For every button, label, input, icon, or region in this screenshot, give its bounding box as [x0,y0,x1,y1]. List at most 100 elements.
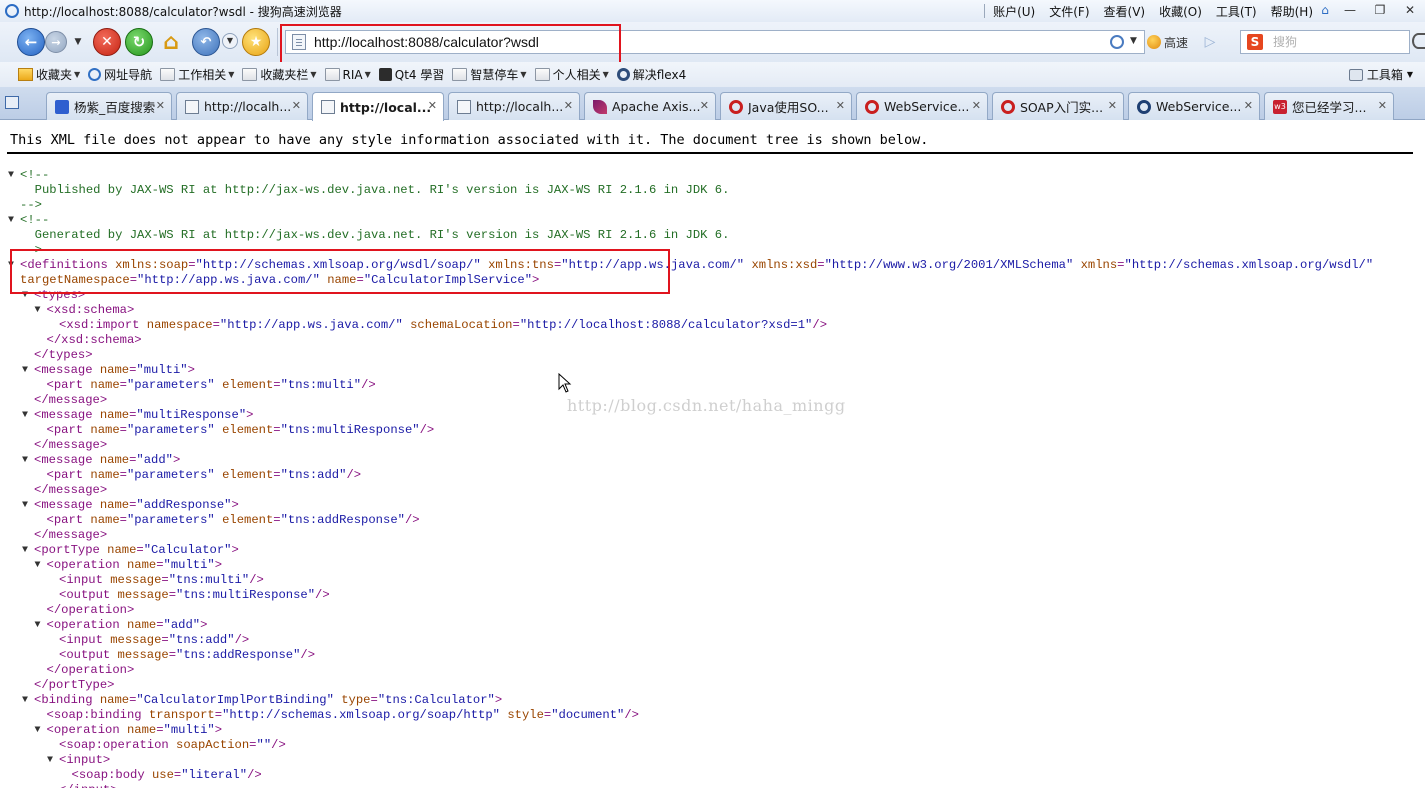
close-window-button[interactable]: ✕ [1395,0,1425,20]
refresh-button[interactable]: ↻ [125,28,153,56]
close-tab-icon[interactable]: ✕ [156,99,165,112]
w3-icon: w3 [1273,99,1287,114]
history-dropdown-icon[interactable]: ▼ [70,37,86,49]
go-button[interactable]: ▷ [1199,31,1221,53]
xml-line-text: <soap:binding transport="http://schemas.… [46,708,640,722]
collapse-triangle-icon[interactable]: ▼ [22,408,28,423]
bookmark-item[interactable]: 解决flex4 [616,66,686,83]
xml-line-text: <part name="parameters" element="tns:mul… [46,423,435,437]
search-icon[interactable] [1412,33,1425,49]
close-tab-icon[interactable]: ✕ [972,99,981,112]
collapse-triangle-icon[interactable]: ▼ [8,213,14,228]
window-title: http://localhost:8088/calculator?wsdl - … [24,4,342,19]
address-dropdown-icon[interactable]: ▼ [1130,36,1137,46]
bookmark-item[interactable]: Qt4 學習 [378,66,444,83]
xml-line-text: <soap:body use="literal"/> [71,768,262,782]
address-bar[interactable] [285,30,1145,54]
search-box[interactable]: S [1240,30,1410,54]
browser-tab[interactable]: Java使用SO... ✕ [720,92,852,120]
xml-line: ▼ <xsd:schema> [35,303,135,318]
collapse-triangle-icon[interactable]: ▼ [35,618,41,633]
xml-line: <xsd:import namespace="http://app.ws.jav… [59,318,827,333]
browser-tab[interactable]: WebService... ✕ [856,92,988,120]
close-tab-icon[interactable]: ✕ [428,99,437,112]
xml-line-text: </message> [34,438,108,452]
undo-dropdown-icon[interactable]: ▼ [222,33,238,49]
browser-tab[interactable]: http://localh... ✕ [176,92,308,120]
xml-line-text: <part name="parameters" element="tns:add… [46,513,420,527]
menu-account[interactable]: 账户(U) [993,3,1035,20]
browser-tab[interactable]: w3 您已经学习... ✕ [1264,92,1394,120]
favorites-button[interactable]: ★ [242,28,270,56]
url-input[interactable] [314,34,1094,50]
back-button[interactable]: ← [17,28,45,56]
bookmark-item[interactable]: RIA ▼ [324,68,371,82]
browser-tab[interactable]: SOAP入门实... ✕ [992,92,1124,120]
bookmark-item[interactable]: 工作相关 ▼ [160,66,234,83]
home-button[interactable]: ⌂ [157,28,185,56]
xml-line-text: <part name="parameters" element="tns:mul… [46,378,376,392]
xml-line: ▼ <types> [22,288,85,303]
close-tab-icon[interactable]: ✕ [1378,99,1387,112]
collapse-triangle-icon[interactable]: ▼ [47,753,53,768]
comment-open: ▼ <!-- [8,213,50,228]
bookmark-item[interactable]: 智慧停车 ▼ [452,66,527,83]
collapse-triangle-icon[interactable]: ▼ [35,303,41,318]
browser-tab[interactable]: Apache Axis... ✕ [584,92,716,120]
collapse-triangle-icon[interactable]: ▼ [35,723,41,738]
collapse-triangle-icon[interactable]: ▼ [8,168,14,183]
menu-tools[interactable]: 工具(T) [1216,3,1257,20]
browser-tab[interactable]: 杨紫_百度搜索 ✕ [46,92,172,120]
bookmark-item[interactable]: 网址导航 [88,66,152,83]
restore-button[interactable]: ❐ [1365,0,1395,20]
collapse-triangle-icon[interactable]: ▼ [22,453,28,468]
close-tab-icon[interactable]: ✕ [564,99,573,112]
stop-button[interactable]: ✕ [93,28,121,56]
bookmark-item[interactable]: 收藏夹栏 ▼ [242,66,317,83]
sogou-search-icon[interactable]: S [1247,34,1263,50]
xml-line-text: <portType name="Calculator"> [34,543,239,557]
minimize-button[interactable]: — [1335,0,1365,20]
xml-line: </message> [34,483,107,498]
xml-line: <part name="parameters" element="tns:mul… [47,378,376,393]
close-tab-icon[interactable]: ✕ [1244,99,1253,112]
speed-mode-button[interactable]: 高速 [1147,30,1188,54]
bookmark-item[interactable]: 收藏夹 ▼ [18,66,80,83]
forward-button[interactable]: → [45,31,67,53]
close-tab-icon[interactable]: ✕ [1108,99,1117,112]
undo-close-tab-button[interactable]: ↶ [192,28,220,56]
collapse-triangle-icon[interactable]: ▼ [22,693,28,708]
chevron-down-icon: ▼ [364,70,371,79]
close-tab-icon[interactable]: ✕ [836,99,845,112]
browser-tab[interactable]: http://local... ✕ [312,92,444,121]
skin-icon[interactable]: ⌂ [1315,0,1335,20]
xml-line: ▼ <operation name="multi"> [35,558,223,573]
close-tab-icon[interactable]: ✕ [292,99,301,112]
collapse-triangle-icon[interactable]: ▼ [22,288,28,303]
menu-file[interactable]: 文件(F) [1049,3,1089,20]
menu-separator [984,4,986,18]
toolbox-label: 工具箱 [1366,68,1403,82]
toolbox-button[interactable]: 工具箱 ▼ [1348,66,1413,83]
toolbar-divider [277,28,278,56]
menu-help[interactable]: 帮助(H) [1271,3,1313,20]
search-input[interactable] [1273,35,1393,49]
close-tab-icon[interactable]: ✕ [700,99,709,112]
comment-open-text: <!-- [20,213,50,227]
collapse-triangle-icon[interactable]: ▼ [35,558,41,573]
collapse-triangle-icon[interactable]: ▼ [22,363,28,378]
browser-tab[interactable]: http://localh... ✕ [448,92,580,120]
security-shield-icon[interactable] [1110,35,1124,49]
tab-label: 您已经学习... [1292,100,1367,115]
collapse-triangle-icon[interactable]: ▼ [22,543,28,558]
browser-tab[interactable]: WebService... ✕ [1128,92,1260,120]
sidebar-toggle-icon[interactable] [5,96,19,109]
collapse-triangle-icon[interactable]: ▼ [22,498,28,513]
collapse-triangle-icon[interactable]: ▼ [8,258,14,273]
xml-style-notice: This XML file does not appear to have an… [10,132,929,148]
browser-logo-icon [5,4,19,18]
menu-favorites[interactable]: 收藏(O) [1159,3,1202,20]
menu-view[interactable]: 查看(V) [1104,3,1146,20]
bookmark-item[interactable]: 个人相关 ▼ [534,66,609,83]
folder-icon [534,68,550,81]
